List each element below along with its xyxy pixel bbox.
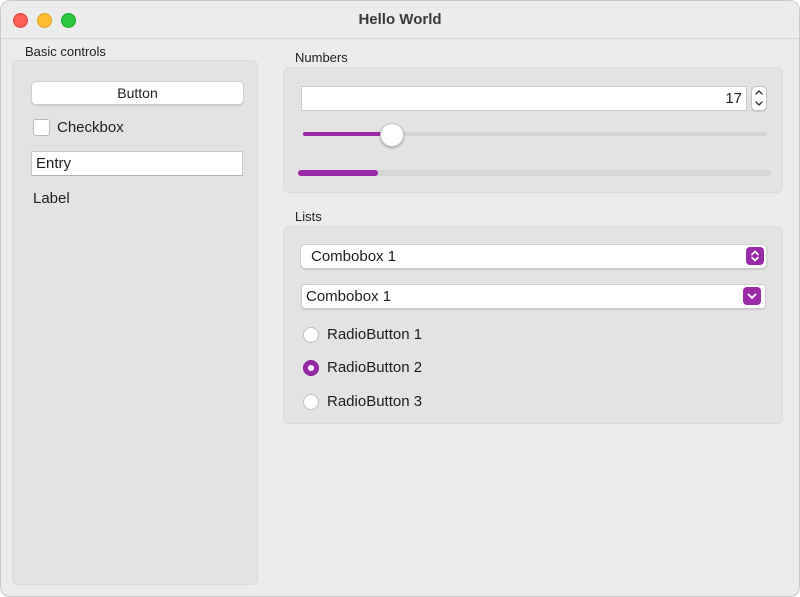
basic-controls-group-label: Basic controls xyxy=(25,44,106,59)
radio-button-3[interactable] xyxy=(303,394,319,410)
checkbox[interactable] xyxy=(33,119,50,136)
slider-thumb[interactable] xyxy=(380,123,404,147)
slider-fill xyxy=(303,132,391,136)
checkbox-label[interactable]: Checkbox xyxy=(57,119,124,136)
title-bar[interactable]: Hello World xyxy=(1,1,799,39)
static-label: Label xyxy=(33,190,70,207)
combobox-2-value: Combobox 1 xyxy=(306,288,392,305)
combobox-2-toggle[interactable] xyxy=(743,287,761,305)
chevron-down-icon[interactable] xyxy=(752,98,766,109)
push-button[interactable]: Button xyxy=(31,81,244,105)
radio-button-2[interactable] xyxy=(303,360,319,376)
radio-button-2-label[interactable]: RadioButton 2 xyxy=(327,359,422,376)
slider-track[interactable] xyxy=(303,132,767,136)
progress-bar xyxy=(298,170,771,176)
basic-controls-group xyxy=(12,60,258,585)
combobox-1-value: Combobox 1 xyxy=(311,248,397,265)
window-title: Hello World xyxy=(358,11,442,28)
main-window: Hello World Basic controls Button Checkb… xyxy=(0,0,800,597)
combobox-2[interactable]: Combobox 1 xyxy=(301,284,766,309)
radio-button-1[interactable] xyxy=(303,327,319,343)
chevron-down-icon xyxy=(747,293,757,299)
radio-button-3-label[interactable]: RadioButton 3 xyxy=(327,393,422,410)
chevron-up-icon[interactable] xyxy=(752,87,766,98)
combobox-1-toggle[interactable] xyxy=(746,247,764,265)
lists-group-label: Lists xyxy=(295,209,322,224)
entry-field[interactable]: Entry xyxy=(31,151,243,176)
spinbox-stepper[interactable] xyxy=(751,86,767,111)
spinbox-input[interactable]: 17 xyxy=(301,86,747,111)
combobox-1[interactable]: Combobox 1 xyxy=(300,244,767,269)
up-down-chevron-icon xyxy=(751,250,759,262)
numbers-group-label: Numbers xyxy=(295,50,348,65)
progress-fill xyxy=(298,170,378,176)
radio-button-1-label[interactable]: RadioButton 1 xyxy=(327,326,422,343)
